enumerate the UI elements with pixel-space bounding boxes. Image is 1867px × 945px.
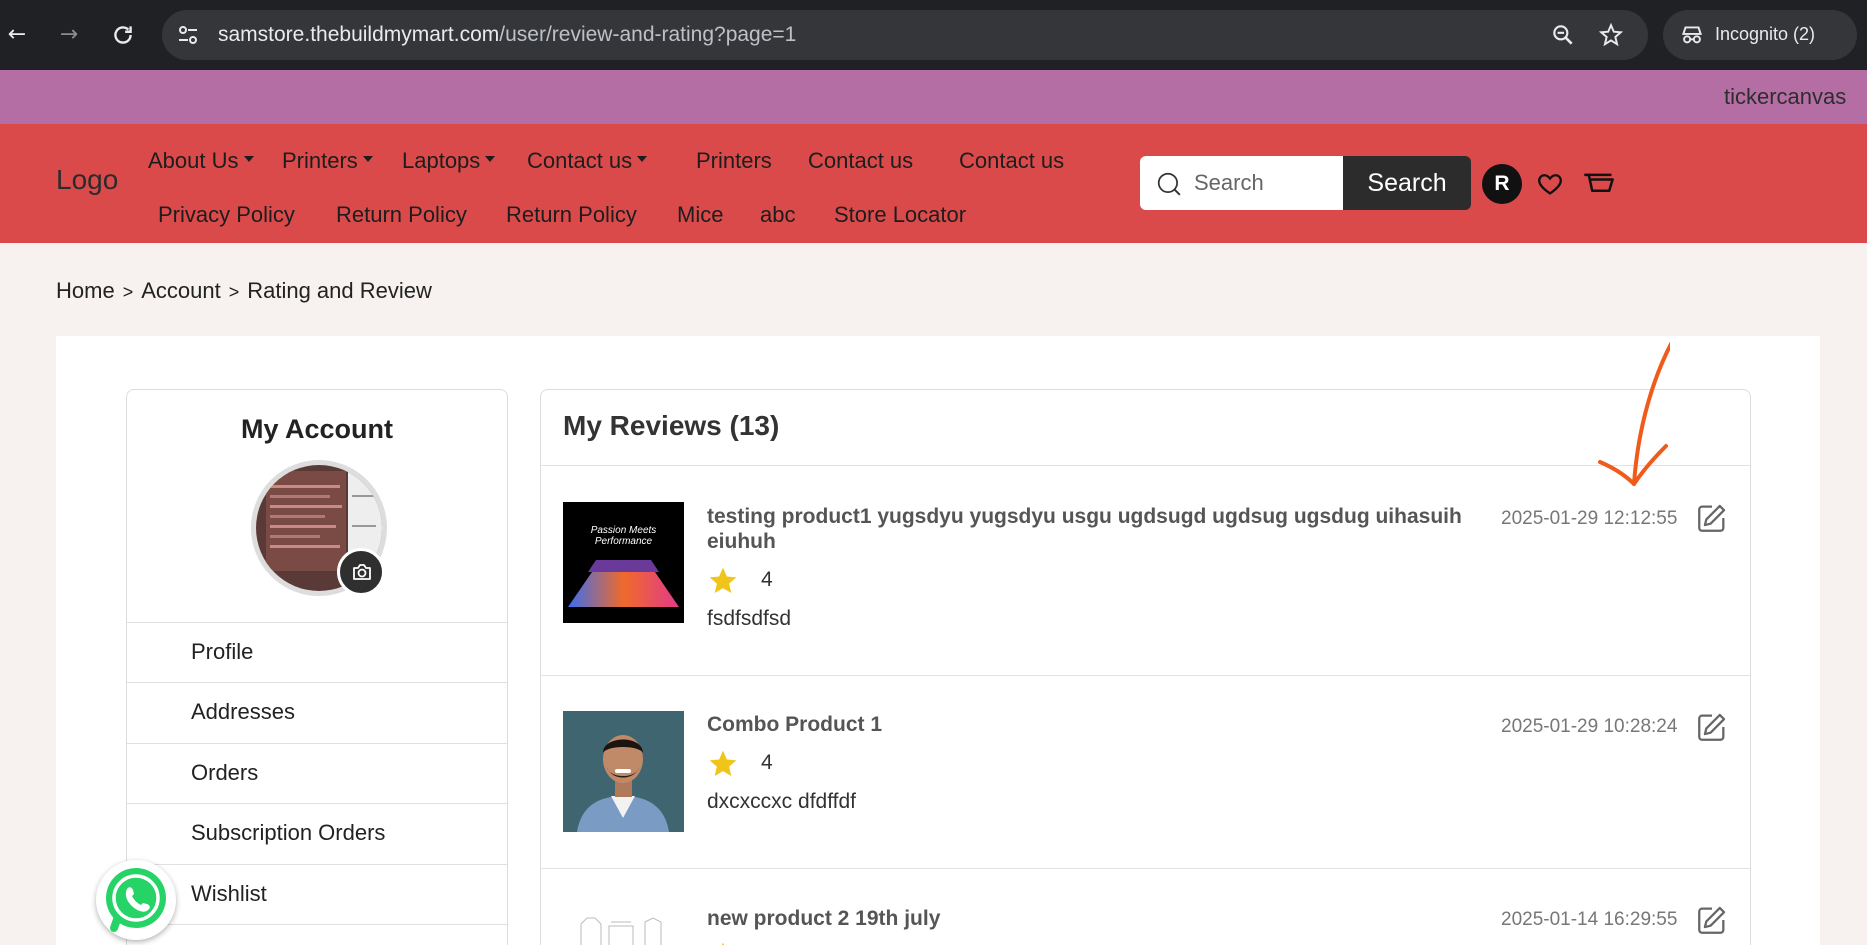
reviews-panel: My Reviews (13) Passion Meets Performanc…	[540, 389, 1751, 945]
nav-label: About Us	[148, 148, 239, 173]
forward-icon[interactable]: →	[54, 20, 84, 50]
search-button[interactable]: Search	[1343, 156, 1471, 210]
account-title: My Account	[240, 414, 393, 444]
reload-icon[interactable]	[108, 20, 138, 50]
nav-contact-us-2[interactable]: Contact us	[959, 148, 1064, 174]
review-rating: 4	[761, 568, 773, 591]
chevron-down-icon	[485, 156, 496, 163]
nav-contact-us[interactable]: Contact us	[808, 148, 913, 174]
bookmark-star-icon[interactable]	[1598, 22, 1624, 48]
browser-toolbar: ← → samstore.thebuildmymart.com/user/rev…	[0, 0, 1867, 70]
site-header: Logo About Us Printers Laptops Contact u…	[0, 124, 1867, 243]
review-product-name[interactable]: testing product1 yugsdyu yugsdyu usgu ug…	[707, 504, 1467, 554]
review-text: dxcxccxc dfdffdf	[707, 790, 857, 813]
whatsapp-button[interactable]	[96, 860, 176, 940]
breadcrumb-separator: >	[122, 282, 134, 302]
camera-icon	[353, 564, 371, 580]
nav-label: Laptops	[402, 148, 481, 173]
annotation-arrow	[1598, 341, 1670, 486]
sidebar-item-next[interactable]	[127, 924, 507, 945]
sidebar-item-label: Wishlist	[191, 881, 267, 906]
sidebar-item-label: Profile	[191, 639, 254, 664]
heart-icon[interactable]	[1536, 170, 1564, 198]
user-avatar[interactable]: R	[1482, 164, 1522, 204]
divider	[541, 868, 1750, 869]
nav-privacy-policy[interactable]: Privacy Policy	[158, 202, 295, 228]
edit-icon[interactable]	[1695, 710, 1729, 744]
change-photo-button[interactable]	[337, 548, 385, 596]
sidebar-item-subscription-orders[interactable]: Subscription Orders	[127, 803, 507, 863]
star-icon	[709, 750, 737, 776]
search-input[interactable]	[1194, 168, 1334, 198]
url-domain: samstore.thebuildmymart.com	[218, 23, 500, 46]
url-path: /user/review-and-rating?page=1	[499, 23, 797, 46]
breadcrumb-current: Rating and Review	[247, 278, 432, 303]
sidebar-item-label: Orders	[191, 760, 259, 785]
product-thumbnail[interactable]	[563, 904, 684, 945]
nav-mice[interactable]: Mice	[677, 202, 723, 228]
url-text[interactable]: samstore.thebuildmymart.com/user/review-…	[218, 23, 796, 47]
product-thumbnail[interactable]	[563, 711, 684, 832]
edit-icon[interactable]	[1695, 903, 1729, 937]
nav-printers-dropdown[interactable]: Printers	[282, 148, 373, 174]
divider	[541, 675, 1750, 676]
nav-return-policy[interactable]: Return Policy	[336, 202, 467, 228]
ticker-text: tickercanvas	[1724, 84, 1847, 109]
breadcrumb-account[interactable]: Account	[141, 278, 221, 303]
sidebar-item-profile[interactable]: Profile	[127, 622, 507, 682]
search-icon	[1157, 172, 1181, 196]
product-thumbnail[interactable]	[563, 502, 684, 623]
sidebar-item-addresses[interactable]: Addresses	[127, 682, 507, 742]
sidebar-item-orders[interactable]: Orders	[127, 743, 507, 803]
cart-icon[interactable]	[1582, 170, 1616, 198]
breadcrumb-home[interactable]: Home	[56, 278, 115, 303]
chevron-down-icon	[362, 156, 373, 163]
review-text: fsdfsdfsd	[707, 607, 792, 630]
review-date: 2025-01-29 10:28:24	[1501, 716, 1678, 737]
nav-printers[interactable]: Printers	[696, 148, 772, 174]
whatsapp-icon	[106, 868, 166, 932]
edit-icon[interactable]	[1695, 501, 1729, 535]
review-date: 2025-01-29 12:12:55	[1501, 508, 1678, 529]
chevron-down-icon	[243, 156, 254, 163]
breadcrumb: Home > Account > Rating and Review	[56, 278, 432, 304]
sidebar-item-label: Addresses	[191, 699, 295, 724]
nav-store-locator[interactable]: Store Locator	[834, 202, 966, 228]
nav-about-us[interactable]: About Us	[148, 148, 254, 174]
nav-label: Contact us	[527, 148, 633, 173]
address-bar[interactable]: samstore.thebuildmymart.com/user/review-…	[162, 10, 1648, 60]
review-rating: 4	[761, 751, 773, 774]
nav-return-policy-2[interactable]: Return Policy	[506, 202, 637, 228]
back-icon[interactable]: ←	[2, 20, 32, 50]
nav-label: Printers	[282, 148, 358, 173]
review-product-name[interactable]: Combo Product 1	[707, 712, 1467, 737]
incognito-label: Incognito (2)	[1715, 24, 1816, 44]
chevron-down-icon	[637, 156, 648, 163]
thumbnail-caption: Passion Meets Performance	[590, 525, 657, 547]
review-date: 2025-01-14 16:29:55	[1501, 909, 1678, 930]
incognito-button[interactable]: Incognito (2)	[1663, 10, 1857, 60]
sidebar-item-wishlist[interactable]: Wishlist	[127, 864, 507, 924]
zoom-icon[interactable]	[1550, 22, 1576, 48]
incognito-icon	[1681, 26, 1703, 44]
review-product-name[interactable]: new product 2 19th july	[707, 906, 1467, 931]
sidebar-item-label: Subscription Orders	[191, 820, 386, 845]
account-sidebar: My Account Profile Addresses Orders Subs…	[126, 389, 508, 945]
reviews-title: My Reviews (13)	[563, 410, 780, 441]
nav-contact-us-dropdown[interactable]: Contact us	[527, 148, 648, 174]
search-box	[1140, 156, 1346, 210]
site-logo[interactable]: Logo	[56, 164, 118, 196]
nav-abc[interactable]: abc	[760, 202, 795, 228]
ticker-bar: tickercanvas	[0, 70, 1867, 124]
star-icon	[721, 942, 725, 945]
site-settings-icon[interactable]	[176, 23, 200, 47]
divider	[541, 465, 1750, 466]
breadcrumb-separator: >	[228, 282, 240, 302]
nav-laptops-dropdown[interactable]: Laptops	[402, 148, 496, 174]
star-icon	[709, 567, 737, 593]
